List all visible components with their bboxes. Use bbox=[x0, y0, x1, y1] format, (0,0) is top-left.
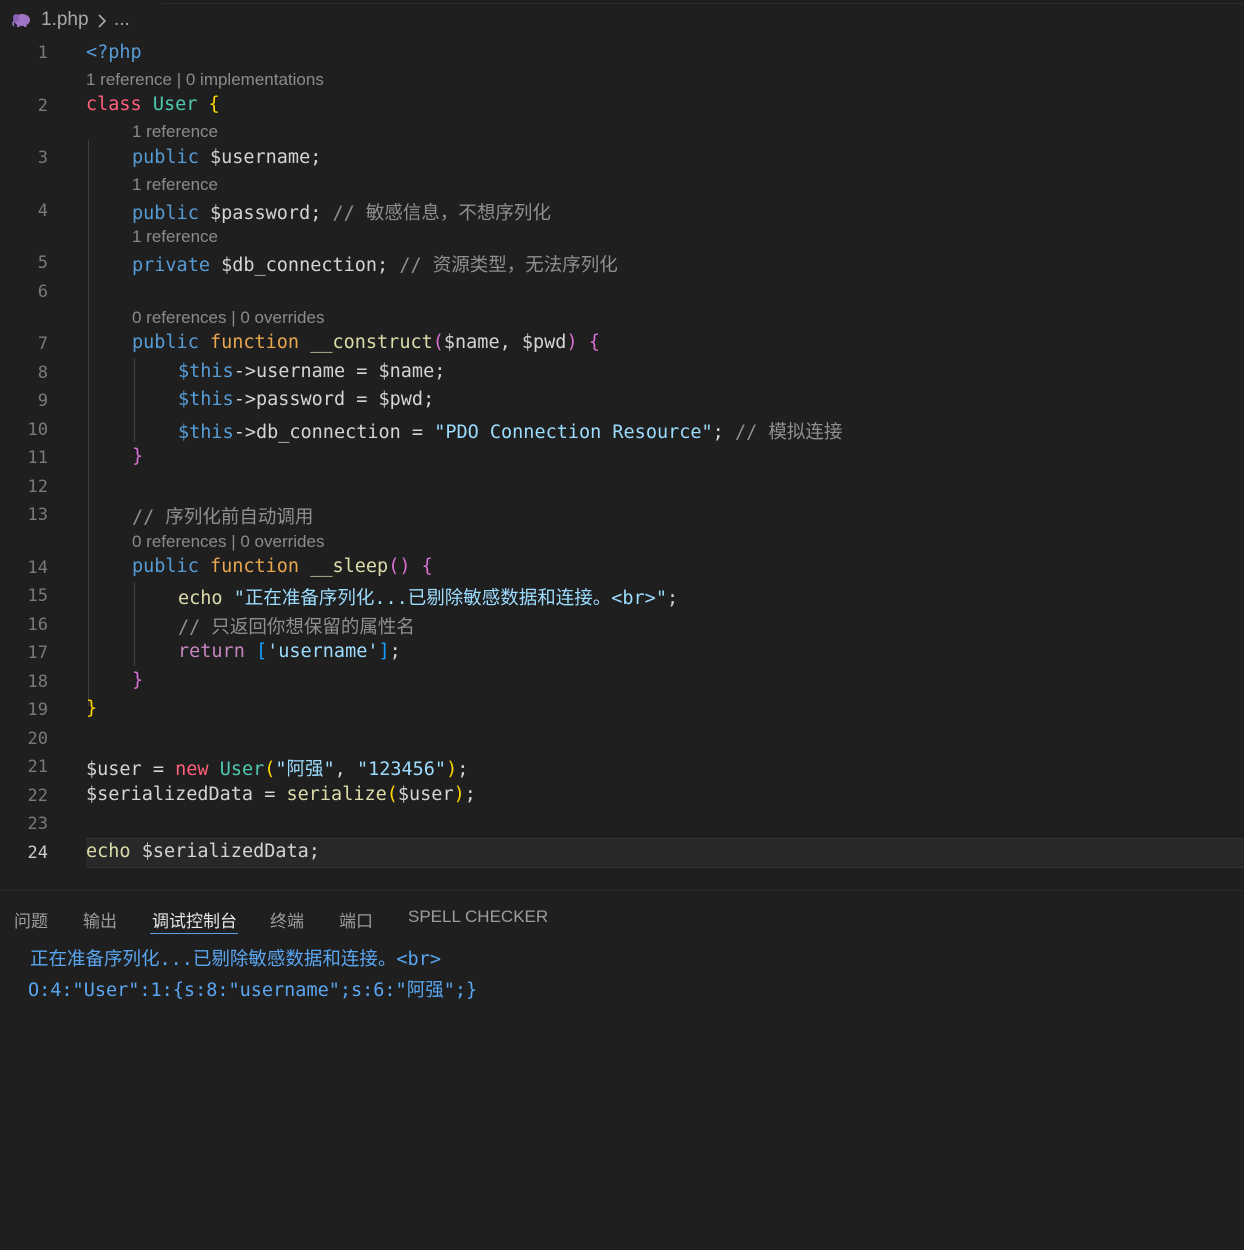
line-number: 5 bbox=[37, 253, 48, 273]
code-line: $user = new User("阿强", "123456"); bbox=[86, 759, 469, 780]
console-output-line: O:4:"User":1:{s:8:"username";s:6:"阿强";} bbox=[28, 980, 478, 1001]
line-number: 21 bbox=[27, 757, 48, 777]
code-line: private $db_connection; // 资源类型，无法序列化 bbox=[132, 255, 618, 276]
console-output-line: 正在准备序列化...已剔除敏感数据和连接。<br> bbox=[30, 949, 441, 970]
line-number: 10 bbox=[27, 420, 48, 440]
line-number: 4 bbox=[37, 201, 48, 221]
codelens[interactable]: 1 reference bbox=[132, 122, 218, 142]
line-number: 11 bbox=[27, 448, 48, 468]
line-number: 24 bbox=[27, 843, 48, 863]
code-line: <?php bbox=[86, 42, 142, 63]
code-line: } bbox=[132, 670, 144, 691]
codelens[interactable]: 1 reference bbox=[132, 175, 218, 195]
line-number: 19 bbox=[27, 700, 48, 720]
line-number: 17 bbox=[27, 643, 48, 663]
tab-spell-checker[interactable]: SPELL CHECKER bbox=[408, 907, 548, 927]
line-number: 12 bbox=[27, 477, 48, 497]
code-line: public $username; bbox=[132, 147, 322, 168]
active-tab-indicator bbox=[150, 933, 238, 934]
code-editor[interactable]: 1 2 3 4 5 6 7 8 9 10 11 12 13 14 15 16 1… bbox=[0, 42, 1244, 876]
line-number: 1 bbox=[37, 43, 48, 63]
codelens[interactable]: 0 references | 0 overrides bbox=[132, 532, 324, 552]
codelens[interactable]: 0 references | 0 overrides bbox=[132, 308, 324, 328]
indent-guide bbox=[134, 358, 135, 442]
code-line: public function __construct($name, $pwd)… bbox=[132, 332, 600, 353]
code-line: $this->username = $name; bbox=[178, 361, 446, 382]
codelens[interactable]: 1 reference | 0 implementations bbox=[86, 70, 324, 90]
divider bbox=[162, 3, 1244, 4]
line-number: 23 bbox=[27, 814, 48, 834]
indent-guide bbox=[134, 582, 135, 666]
line-number: 20 bbox=[27, 729, 48, 749]
codelens[interactable]: 1 reference bbox=[132, 227, 218, 247]
tab-terminal[interactable]: 终端 bbox=[270, 907, 304, 932]
line-number: 14 bbox=[27, 558, 48, 578]
line-number: 16 bbox=[27, 615, 48, 635]
line-number: 22 bbox=[27, 786, 48, 806]
breadcrumb-rest[interactable]: ... bbox=[114, 9, 130, 31]
line-number: 9 bbox=[37, 391, 48, 411]
line-number: 6 bbox=[37, 282, 48, 302]
code-line: echo "正在准备序列化...已剔除敏感数据和连接。<br>"; bbox=[178, 588, 679, 609]
code-line: return ['username']; bbox=[178, 641, 401, 662]
line-number: 8 bbox=[37, 363, 48, 383]
line-number: 2 bbox=[37, 96, 48, 116]
code-line: // 序列化前自动调用 bbox=[132, 507, 314, 528]
line-number: 18 bbox=[27, 672, 48, 692]
tab-problems[interactable]: 问题 bbox=[14, 907, 48, 932]
code-line: } bbox=[132, 446, 144, 467]
code-line: } bbox=[86, 698, 98, 719]
tab-output[interactable]: 输出 bbox=[83, 907, 117, 932]
code-line: class User { bbox=[86, 94, 220, 115]
code-line: $this->db_connection = "PDO Connection R… bbox=[178, 422, 843, 443]
code-line: public function __sleep() { bbox=[132, 556, 433, 577]
line-number: 15 bbox=[27, 586, 48, 606]
tab-debug-console[interactable]: 调试控制台 bbox=[152, 907, 237, 932]
breadcrumb-file[interactable]: 1.php bbox=[41, 9, 89, 31]
line-number: 13 bbox=[27, 505, 48, 525]
code-line: $this->password = $pwd; bbox=[178, 389, 435, 410]
code-line: public $password; // 敏感信息，不想序列化 bbox=[132, 203, 551, 224]
code-line: // 只返回你想保留的属性名 bbox=[178, 617, 415, 638]
line-number: 3 bbox=[37, 148, 48, 168]
php-elephant-icon bbox=[12, 14, 30, 27]
code-line: $serializedData = serialize($user); bbox=[86, 784, 476, 805]
line-number: 7 bbox=[37, 334, 48, 354]
code-line: echo $serializedData; bbox=[86, 841, 320, 862]
breadcrumb: 1.php ... bbox=[0, 0, 1244, 42]
chevron-right-icon bbox=[98, 14, 107, 28]
indent-guide bbox=[88, 140, 89, 706]
bottom-panel: 问题 输出 调试控制台 终端 端口 SPELL CHECKER 正在准备序列化.… bbox=[0, 890, 1244, 1250]
tab-ports[interactable]: 端口 bbox=[339, 907, 373, 932]
